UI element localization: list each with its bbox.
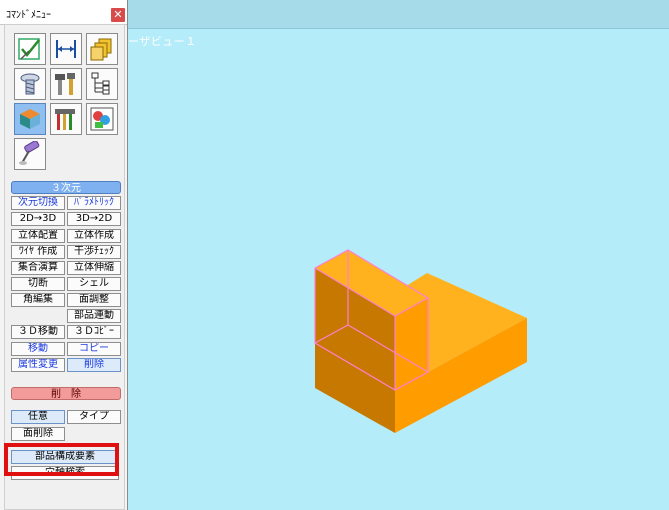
command-menu-panel: ｺﾏﾝﾄﾞﾒﾆｭｰ ✕ ３次元 次元切換 ﾊﾟﾗﾒﾄﾘｯｸ 2D→3D 3D→2… — [0, 0, 128, 510]
corner-edit-button[interactable]: 角編集 — [11, 293, 65, 307]
move-button[interactable]: 移動 — [11, 342, 65, 356]
parametric-button[interactable]: ﾊﾟﾗﾒﾄﾘｯｸ — [67, 196, 121, 210]
2d-to-3d-button[interactable]: 2D→3D — [11, 212, 65, 226]
bolt-button[interactable] — [14, 68, 46, 100]
shell-button[interactable]: シェル — [67, 277, 121, 291]
render-image-button[interactable] — [86, 103, 118, 135]
arbitrary-button[interactable]: 任意 — [11, 410, 65, 424]
tool-set-icon — [55, 109, 75, 130]
solid-cube-button[interactable] — [14, 103, 46, 135]
solid-stretch-button[interactable]: 立体伸縮 — [67, 261, 121, 275]
section-delete-header: 削 除 — [11, 387, 121, 400]
solid-create-button[interactable]: 立体作成 — [67, 229, 121, 243]
cut-button[interactable]: 切断 — [11, 277, 65, 291]
tool-set-button[interactable] — [50, 103, 82, 135]
solid-cube-icon — [20, 109, 40, 129]
solid-place-button[interactable]: 立体配置 — [11, 229, 65, 243]
3d-to-2d-button[interactable]: 3D→2D — [67, 212, 121, 226]
copy-3d-button[interactable]: ３Ｄｺﾋﾟｰ — [67, 325, 121, 339]
face-delete-button[interactable]: 面削除 — [11, 427, 65, 441]
tree-structure-button[interactable] — [86, 68, 118, 100]
remove-button[interactable]: 削除 — [67, 358, 121, 372]
tree-structure-icon — [91, 72, 110, 95]
panel-title: ｺﾏﾝﾄﾞﾒﾆｭｰ — [6, 10, 51, 21]
panel-header: ｺﾏﾝﾄﾞﾒﾆｭｰ ✕ — [0, 0, 127, 25]
wire-create-button[interactable]: ﾜｲﾔ 作成 — [11, 245, 65, 259]
tools-button[interactable] — [50, 68, 82, 100]
attr-change-button[interactable]: 属性変更 — [11, 358, 65, 372]
type-button[interactable]: タイプ — [67, 410, 121, 424]
dim-convert-button[interactable]: 次元切換 — [11, 196, 65, 210]
tools-icon — [55, 73, 75, 95]
interference-check-button[interactable]: 干渉ﾁｪｯｸ — [67, 245, 121, 259]
copy-button[interactable]: コピー — [67, 342, 121, 356]
highlight-frame — [4, 443, 119, 476]
render-image-icon — [90, 107, 114, 131]
dimension-button[interactable] — [50, 33, 82, 65]
layers-icon — [90, 38, 112, 61]
dimension-icon — [56, 40, 76, 58]
boolean-op-button[interactable]: 集合演算 — [11, 261, 65, 275]
face-adjust-button[interactable]: 面調整 — [67, 293, 121, 307]
close-button[interactable]: ✕ — [111, 8, 125, 22]
paint-roller-button[interactable] — [14, 138, 46, 170]
paint-roller-icon — [19, 141, 40, 165]
verify-button[interactable] — [14, 33, 46, 65]
verify-icon — [18, 38, 40, 60]
section-3d-header: ３次元 — [11, 181, 121, 194]
layers-button[interactable] — [86, 33, 118, 65]
move-3d-button[interactable]: ３Ｄ移動 — [11, 325, 65, 339]
bolt-icon — [20, 73, 40, 95]
part-link-button[interactable]: 部品連動 — [67, 309, 121, 323]
